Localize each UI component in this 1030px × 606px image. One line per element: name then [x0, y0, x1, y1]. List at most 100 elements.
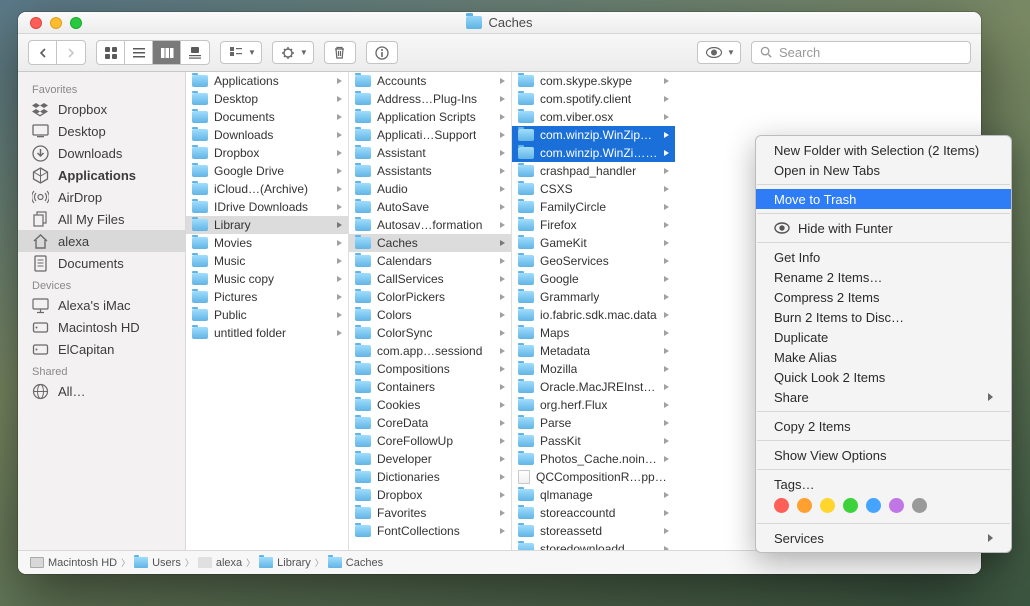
icon-view-button[interactable]: [97, 41, 125, 64]
column-item[interactable]: GeoServices: [512, 252, 675, 270]
column-item[interactable]: storeassetd: [512, 522, 675, 540]
menu-item-services[interactable]: Services: [756, 528, 1011, 548]
trash-button[interactable]: [324, 41, 356, 64]
column-item[interactable]: Colors: [349, 306, 511, 324]
column-item[interactable]: ColorSync: [349, 324, 511, 342]
menu-item-burn-2-items-to-disc[interactable]: Burn 2 Items to Disc…: [756, 307, 1011, 327]
path-item[interactable]: Library: [259, 557, 311, 569]
column-item[interactable]: com.spotify.client: [512, 90, 675, 108]
tag-dot[interactable]: [797, 498, 812, 513]
column-item[interactable]: Parse: [512, 414, 675, 432]
column-item[interactable]: Grammarly: [512, 288, 675, 306]
list-view-button[interactable]: [125, 41, 153, 64]
column-item[interactable]: Accounts: [349, 72, 511, 90]
column-item[interactable]: Cookies: [349, 396, 511, 414]
column-item[interactable]: Calendars: [349, 252, 511, 270]
sidebar-item-elcapitan[interactable]: ElCapitan: [18, 338, 185, 360]
column-item[interactable]: com.app…sessiond: [349, 342, 511, 360]
info-button[interactable]: [366, 41, 398, 64]
column-item[interactable]: Oracle.MacJREInstaller: [512, 378, 675, 396]
search-field[interactable]: Search: [751, 41, 971, 64]
column-item[interactable]: IDrive Downloads: [186, 198, 348, 216]
tag-dot[interactable]: [912, 498, 927, 513]
column-item[interactable]: Public: [186, 306, 348, 324]
menu-item-rename-2-items[interactable]: Rename 2 Items…: [756, 267, 1011, 287]
menu-item-tags[interactable]: Tags…: [756, 474, 1011, 494]
menu-item-hide-with-funter[interactable]: Hide with Funter: [756, 218, 1011, 238]
column-item[interactable]: Dropbox: [186, 144, 348, 162]
column-item[interactable]: CoreFollowUp: [349, 432, 511, 450]
menu-item-quick-look-2-items[interactable]: Quick Look 2 Items: [756, 367, 1011, 387]
menu-item-open-in-new-tabs[interactable]: Open in New Tabs: [756, 160, 1011, 180]
menu-item-make-alias[interactable]: Make Alias: [756, 347, 1011, 367]
column-item[interactable]: iCloud…(Archive): [186, 180, 348, 198]
column-item[interactable]: com.winzip.WinZi…imizer.LoginHel: [512, 144, 675, 162]
tag-dot[interactable]: [866, 498, 881, 513]
column-item[interactable]: storedownloadd: [512, 540, 675, 550]
column-item[interactable]: Compositions: [349, 360, 511, 378]
forward-button[interactable]: [57, 41, 85, 64]
menu-item-get-info[interactable]: Get Info: [756, 247, 1011, 267]
column-item[interactable]: Google Drive: [186, 162, 348, 180]
column-item[interactable]: Audio: [349, 180, 511, 198]
path-item[interactable]: Caches: [328, 557, 383, 569]
menu-item-copy-2-items[interactable]: Copy 2 Items: [756, 416, 1011, 436]
column-item[interactable]: Dropbox: [349, 486, 511, 504]
column-item[interactable]: Dictionaries: [349, 468, 511, 486]
sidebar-item-dropbox[interactable]: Dropbox: [18, 98, 185, 120]
column-item[interactable]: Documents: [186, 108, 348, 126]
sidebar-item-alexa-s-imac[interactable]: Alexa's iMac: [18, 294, 185, 316]
column-item[interactable]: AutoSave: [349, 198, 511, 216]
column-item[interactable]: Applicati…Support: [349, 126, 511, 144]
column-item[interactable]: Photos_Cache.noindex: [512, 450, 675, 468]
column-0[interactable]: ApplicationsDesktopDocumentsDownloadsDro…: [186, 72, 349, 550]
tag-dot[interactable]: [843, 498, 858, 513]
action-button[interactable]: ▼: [272, 41, 314, 64]
sidebar-item-all-my-files[interactable]: All My Files: [18, 208, 185, 230]
column-item[interactable]: Developer: [349, 450, 511, 468]
column-item[interactable]: crashpad_handler: [512, 162, 675, 180]
column-item[interactable]: Application Scripts: [349, 108, 511, 126]
column-item[interactable]: CallServices: [349, 270, 511, 288]
column-item[interactable]: FamilyCircle: [512, 198, 675, 216]
column-item[interactable]: Assistant: [349, 144, 511, 162]
sidebar-item-applications[interactable]: Applications: [18, 164, 185, 186]
column-item[interactable]: CSXS: [512, 180, 675, 198]
menu-item-compress-2-items[interactable]: Compress 2 Items: [756, 287, 1011, 307]
column-item[interactable]: FontCollections: [349, 522, 511, 540]
coverflow-view-button[interactable]: [181, 41, 209, 64]
column-item[interactable]: Pictures: [186, 288, 348, 306]
column-item[interactable]: Downloads: [186, 126, 348, 144]
column-item[interactable]: com.viber.osx: [512, 108, 675, 126]
path-item[interactable]: alexa: [198, 557, 242, 569]
column-item[interactable]: Library: [186, 216, 348, 234]
column-item[interactable]: Autosav…formation: [349, 216, 511, 234]
column-item[interactable]: Movies: [186, 234, 348, 252]
column-item[interactable]: Address…Plug-Ins: [349, 90, 511, 108]
sidebar-item-downloads[interactable]: Downloads: [18, 142, 185, 164]
path-item[interactable]: Macintosh HD: [30, 557, 117, 569]
column-item[interactable]: QCCompositionR…pple.iTunes.cac: [512, 468, 675, 486]
column-item[interactable]: storeaccountd: [512, 504, 675, 522]
column-item[interactable]: Assistants: [349, 162, 511, 180]
visibility-dropdown[interactable]: ▼: [697, 41, 741, 64]
column-item[interactable]: com.skype.skype: [512, 72, 675, 90]
column-item[interactable]: Metadata: [512, 342, 675, 360]
column-item[interactable]: Containers: [349, 378, 511, 396]
path-item[interactable]: Users: [134, 557, 181, 569]
sidebar-item-all-[interactable]: All…: [18, 380, 185, 402]
sidebar-item-documents[interactable]: Documents: [18, 252, 185, 274]
column-item[interactable]: GameKit: [512, 234, 675, 252]
tag-dot[interactable]: [774, 498, 789, 513]
column-item[interactable]: Applications: [186, 72, 348, 90]
column-item[interactable]: qlmanage: [512, 486, 675, 504]
column-item[interactable]: untitled folder: [186, 324, 348, 342]
column-1[interactable]: AccountsAddress…Plug-InsApplication Scri…: [349, 72, 512, 550]
column-item[interactable]: Music: [186, 252, 348, 270]
column-item[interactable]: CoreData: [349, 414, 511, 432]
column-item[interactable]: Music copy: [186, 270, 348, 288]
sidebar-item-macintosh-hd[interactable]: Macintosh HD: [18, 316, 185, 338]
menu-item-new-folder-with-selection-2-items[interactable]: New Folder with Selection (2 Items): [756, 140, 1011, 160]
menu-item-show-view-options[interactable]: Show View Options: [756, 445, 1011, 465]
back-button[interactable]: [29, 41, 57, 64]
